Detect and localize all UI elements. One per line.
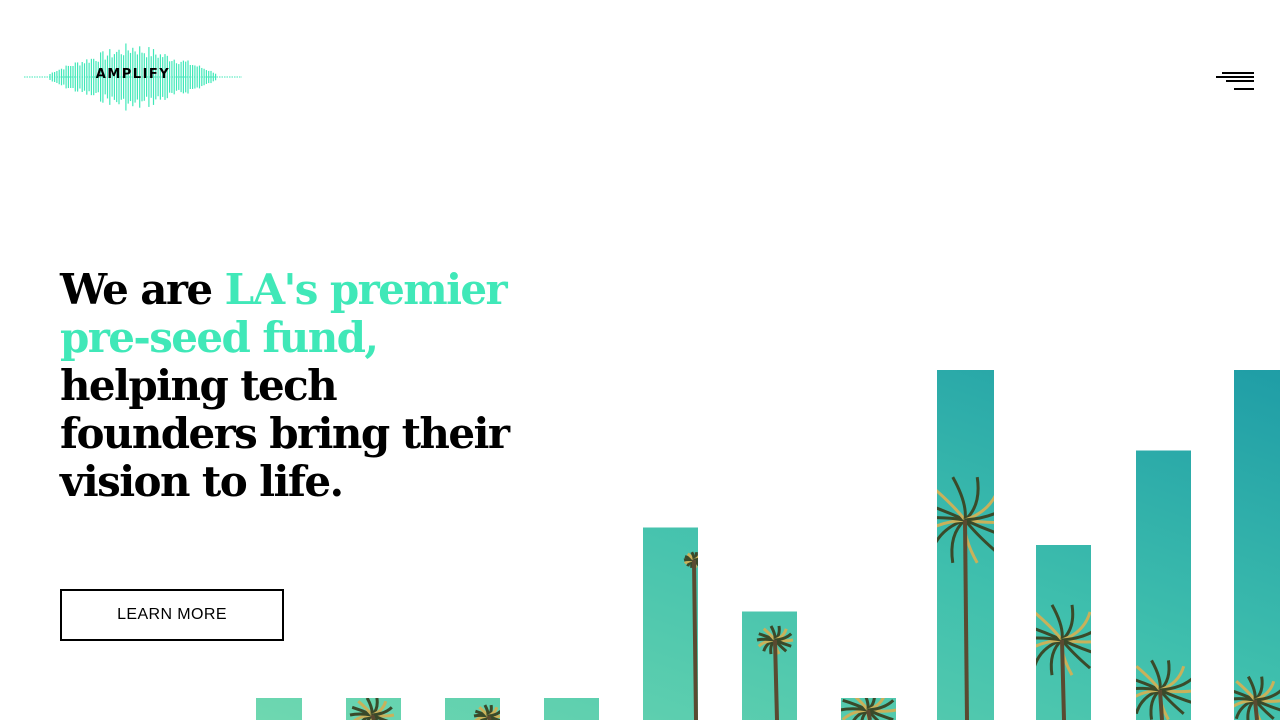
palm-trunk [963,519,969,720]
palm-trunk [692,559,698,720]
palm-trunk [866,709,872,720]
palm-trunk [1060,639,1066,720]
palm-trunk [773,639,779,720]
palm-trunk [486,715,492,720]
palm-trunk [1253,699,1259,720]
palm-tree-bars-image [256,370,1280,720]
palm-trunk [1158,689,1164,720]
page: AMPLIFY We are LA's premier pre-seed fun… [0,0,1280,720]
palm-trunk [370,714,376,720]
